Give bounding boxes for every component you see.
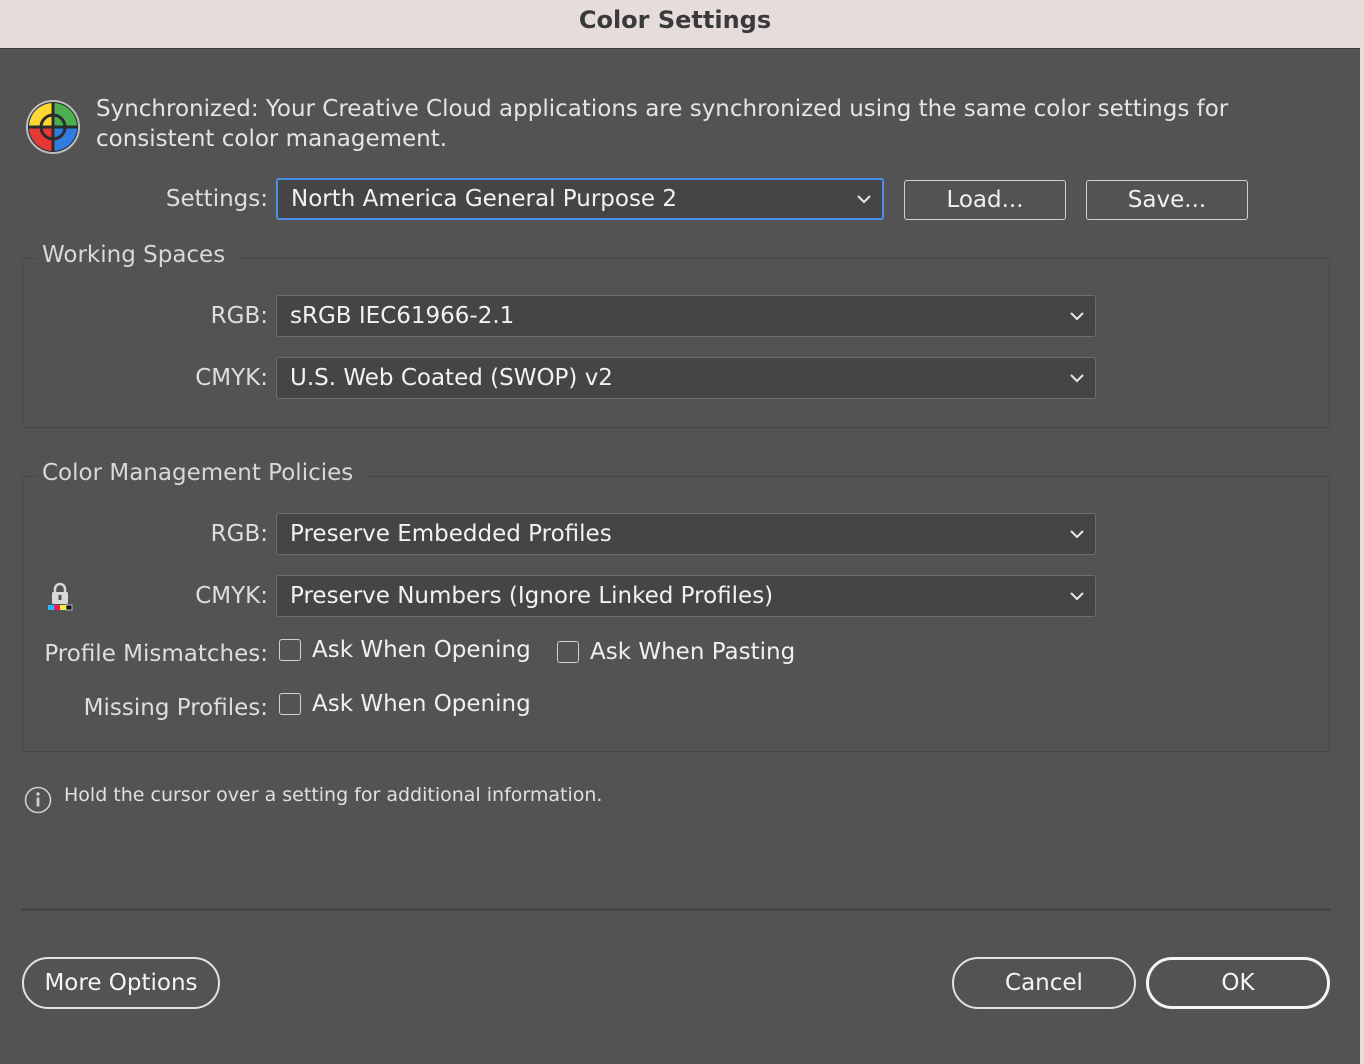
- policy-cmyk-dropdown[interactable]: Preserve Numbers (Ignore Linked Profiles…: [276, 575, 1096, 617]
- missing-profiles-label: Missing Profiles:: [83, 695, 268, 721]
- mismatch-opening-checkbox[interactable]: [279, 639, 301, 661]
- settings-dropdown[interactable]: North America General Purpose 2: [276, 178, 884, 220]
- window-edge: [1360, 0, 1364, 1064]
- cancel-button[interactable]: Cancel: [952, 957, 1136, 1009]
- info-text: Hold the cursor over a setting for addit…: [64, 784, 603, 806]
- working-spaces-title: Working Spaces: [38, 242, 240, 268]
- chevron-down-icon: [1070, 530, 1084, 539]
- mismatch-pasting-label[interactable]: Ask When Pasting: [590, 639, 795, 665]
- policy-rgb-label: RGB:: [210, 521, 268, 547]
- mismatch-pasting-checkbox[interactable]: [557, 641, 579, 663]
- settings-label: Settings:: [165, 186, 268, 212]
- chevron-down-icon: [857, 195, 871, 204]
- color-settings-dialog: Color Settings Synchronized: Your Creati…: [0, 0, 1360, 1064]
- footer-divider: [22, 908, 1330, 911]
- chevron-down-icon: [1070, 374, 1084, 383]
- ws-rgb-value: sRGB IEC61966-2.1: [290, 303, 515, 329]
- dialog-title: Color Settings: [578, 6, 772, 34]
- ws-rgb-label: RGB:: [210, 303, 268, 329]
- ok-button[interactable]: OK: [1146, 957, 1330, 1009]
- chevron-down-icon: [1070, 312, 1084, 321]
- policy-rgb-value: Preserve Embedded Profiles: [290, 521, 612, 547]
- policy-rgb-dropdown[interactable]: Preserve Embedded Profiles: [276, 513, 1096, 555]
- color-wheel-sync-icon: [26, 100, 80, 154]
- sync-message: Synchronized: Your Creative Cloud applic…: [96, 96, 1229, 152]
- working-spaces-group: [22, 258, 1330, 428]
- ws-cmyk-dropdown[interactable]: U.S. Web Coated (SWOP) v2: [276, 357, 1096, 399]
- load-button[interactable]: Load...: [904, 180, 1066, 220]
- info-icon: [24, 786, 52, 814]
- ws-rgb-dropdown[interactable]: sRGB IEC61966-2.1: [276, 295, 1096, 337]
- save-button[interactable]: Save...: [1086, 180, 1248, 220]
- policy-cmyk-label: CMYK:: [195, 583, 268, 609]
- lock-icon: [48, 582, 73, 611]
- policies-title: Color Management Policies: [38, 460, 368, 486]
- policy-cmyk-value: Preserve Numbers (Ignore Linked Profiles…: [290, 583, 774, 609]
- settings-dropdown-value: North America General Purpose 2: [291, 186, 678, 212]
- more-options-button[interactable]: More Options: [22, 957, 220, 1009]
- missing-opening-label[interactable]: Ask When Opening: [312, 691, 531, 717]
- mismatch-opening-label[interactable]: Ask When Opening: [312, 637, 531, 663]
- ws-cmyk-value: U.S. Web Coated (SWOP) v2: [290, 365, 613, 391]
- ws-cmyk-label: CMYK:: [195, 365, 268, 391]
- missing-opening-checkbox[interactable]: [279, 693, 301, 715]
- chevron-down-icon: [1070, 592, 1084, 601]
- title-bar: Color Settings: [0, 0, 1360, 49]
- profile-mismatches-label: Profile Mismatches:: [44, 641, 268, 667]
